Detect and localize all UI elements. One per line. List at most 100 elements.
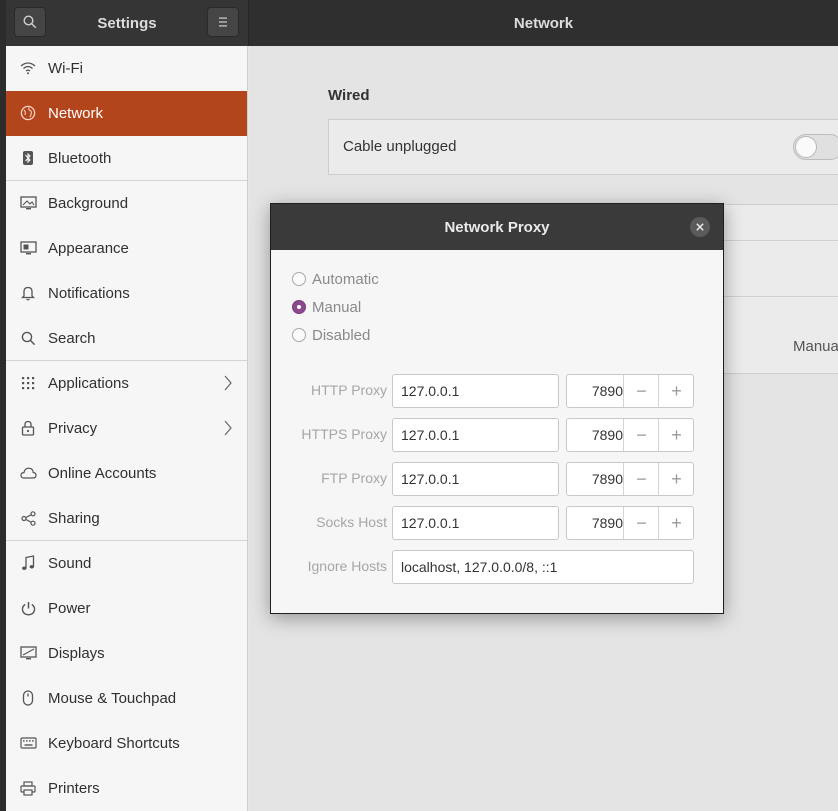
increment-button[interactable]: + [658, 375, 694, 407]
sidebar-item-label: Search [48, 329, 96, 347]
ftp-proxy-host-input[interactable]: 127.0.0.1 [392, 462, 559, 496]
radio-label: Automatic [312, 270, 379, 288]
radio-label: Manual [312, 298, 362, 316]
port-value[interactable]: 7890 [567, 419, 623, 451]
radio-label: Disabled [312, 326, 371, 344]
radio-automatic[interactable]: Automatic [292, 269, 379, 289]
grid-icon [19, 374, 37, 392]
wired-toggle[interactable] [793, 134, 838, 160]
radio-circle [292, 272, 306, 286]
search-icon [19, 329, 37, 347]
sidebar-item-bluetooth[interactable]: Bluetooth [6, 136, 247, 181]
decrement-button[interactable]: − [623, 507, 659, 539]
sidebar-item-printers[interactable]: Printers [6, 766, 247, 811]
radio-disabled[interactable]: Disabled [292, 325, 370, 345]
bluetooth-icon [19, 149, 37, 167]
sidebar-item-power[interactable]: Power [6, 586, 247, 631]
ignore-hosts-label: Ignore Hosts [307, 558, 387, 574]
sidebar-item-notifications[interactable]: Notifications [6, 271, 247, 316]
ftp-proxy-row: FTP Proxy 127.0.0.1 7890 − + [271, 462, 725, 496]
sidebar-item-label: Sharing [48, 509, 100, 527]
sidebar-item-sound[interactable]: Sound [6, 541, 247, 586]
network-proxy-value[interactable]: Manua [793, 338, 838, 355]
sidebar: Wi-Fi Network Bluetooth Background Appea… [6, 46, 248, 811]
decrement-button[interactable]: − [623, 463, 659, 495]
sidebar-item-search[interactable]: Search [6, 316, 247, 361]
menu-button[interactable] [207, 7, 239, 37]
header-left: Settings [6, 0, 249, 46]
ftp-proxy-label: FTP Proxy [321, 470, 387, 486]
background-icon [19, 194, 37, 212]
sidebar-item-label: Sound [48, 555, 92, 572]
sidebar-item-wifi[interactable]: Wi-Fi [6, 46, 247, 91]
keyboard-icon [19, 734, 37, 752]
https-proxy-port-spinner[interactable]: 7890 − + [566, 418, 694, 452]
network-proxy-dialog: Network Proxy Automatic Manual Disabled … [270, 203, 724, 614]
socks-host-label: Socks Host [316, 514, 387, 530]
increment-button[interactable]: + [658, 463, 694, 495]
sidebar-item-label: Displays [48, 645, 105, 662]
sidebar-item-sharing[interactable]: Sharing [6, 496, 247, 541]
socks-host-row: Socks Host 127.0.0.1 7890 − + [271, 506, 725, 540]
search-button[interactable] [14, 7, 46, 37]
radio-circle-checked [292, 300, 306, 314]
sidebar-item-background[interactable]: Background [6, 181, 247, 226]
sidebar-item-privacy[interactable]: Privacy [6, 406, 247, 451]
ignore-hosts-input[interactable]: localhost, 127.0.0.0/8, ::1 [392, 550, 694, 584]
http-proxy-row: HTTP Proxy 127.0.0.1 7890 − + [271, 374, 725, 408]
mouse-icon [19, 689, 37, 707]
network-icon [19, 104, 37, 122]
printer-icon [19, 779, 37, 797]
sidebar-item-label: Applications [48, 375, 129, 392]
sidebar-item-appearance[interactable]: Appearance [6, 226, 247, 271]
decrement-button[interactable]: − [623, 419, 659, 451]
wifi-icon [19, 59, 37, 77]
ftp-proxy-port-spinner[interactable]: 7890 − + [566, 462, 694, 496]
display-icon [19, 644, 37, 662]
close-button[interactable] [690, 217, 710, 237]
sidebar-item-label: Keyboard Shortcuts [48, 735, 180, 752]
https-proxy-label: HTTPS Proxy [301, 426, 387, 442]
socks-host-input[interactable]: 127.0.0.1 [392, 506, 559, 540]
sidebar-item-label: Power [48, 600, 91, 617]
dialog-header: Network Proxy [271, 204, 723, 250]
https-proxy-host-input[interactable]: 127.0.0.1 [392, 418, 559, 452]
cloud-icon [19, 464, 37, 482]
chevron-right-icon [224, 420, 232, 436]
app-title: Settings [97, 14, 157, 32]
sidebar-item-label: Bluetooth [48, 149, 112, 167]
port-value[interactable]: 7890 [567, 507, 623, 539]
http-proxy-port-spinner[interactable]: 7890 − + [566, 374, 694, 408]
share-icon [19, 509, 37, 527]
sidebar-item-keyboard-shortcuts[interactable]: Keyboard Shortcuts [6, 721, 247, 766]
dialog-title: Network Proxy [444, 218, 550, 236]
decrement-button[interactable]: − [623, 375, 659, 407]
http-proxy-host-input[interactable]: 127.0.0.1 [392, 374, 559, 408]
sidebar-item-label: Appearance [48, 240, 129, 257]
sidebar-item-label: Wi-Fi [48, 60, 83, 77]
increment-button[interactable]: + [658, 507, 694, 539]
header-bar: Settings Network [6, 0, 838, 46]
increment-button[interactable]: + [658, 419, 694, 451]
search-icon [23, 15, 37, 29]
sidebar-item-displays[interactable]: Displays [6, 631, 247, 676]
cable-status-label: Cable unplugged [343, 138, 457, 155]
port-value[interactable]: 7890 [567, 463, 623, 495]
port-value[interactable]: 7890 [567, 375, 623, 407]
https-proxy-row: HTTPS Proxy 127.0.0.1 7890 − + [271, 418, 725, 452]
wired-card: Cable unplugged [328, 119, 838, 175]
radio-manual[interactable]: Manual [292, 297, 361, 317]
socks-port-spinner[interactable]: 7890 − + [566, 506, 694, 540]
sidebar-item-online-accounts[interactable]: Online Accounts [6, 451, 247, 496]
sidebar-item-label: Background [48, 195, 129, 212]
sidebar-item-label: Privacy [48, 420, 98, 437]
sidebar-item-mouse-touchpad[interactable]: Mouse & Touchpad [6, 676, 247, 721]
sidebar-item-network[interactable]: Network [6, 91, 247, 136]
panel-title: Network [513, 14, 574, 32]
sidebar-item-label: Network [48, 105, 104, 122]
http-proxy-label: HTTP Proxy [311, 382, 387, 398]
wired-section-title: Wired [328, 87, 370, 104]
radio-circle [292, 328, 306, 342]
sidebar-item-label: Online Accounts [48, 465, 157, 482]
sidebar-item-applications[interactable]: Applications [6, 361, 247, 406]
